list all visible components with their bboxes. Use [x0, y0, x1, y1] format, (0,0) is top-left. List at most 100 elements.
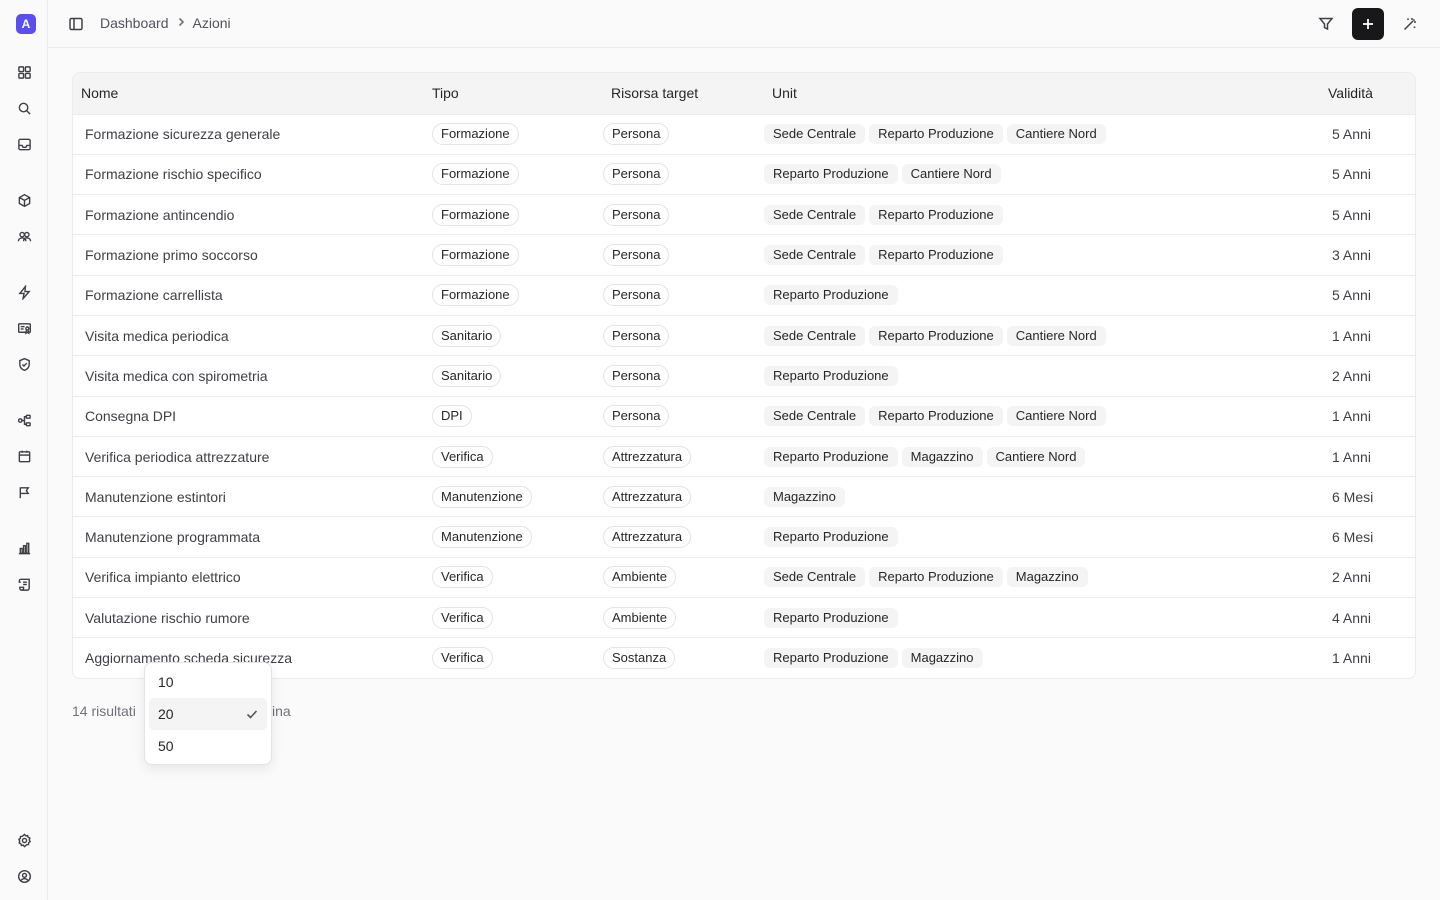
column-header-tipo[interactable]: Tipo: [424, 73, 603, 115]
table-row[interactable]: Visita medica periodica Sanitario Persona S…: [73, 315, 1415, 357]
unit-chip: Magazzino: [901, 648, 983, 669]
unit-chip: Sede Centrale: [764, 204, 866, 225]
unit-chip: Cantiere Nord: [901, 164, 1001, 185]
unit-chip: Magazzino: [901, 446, 983, 467]
tipo-badge: Verifica: [432, 647, 493, 670]
cell-tipo: DPI: [424, 396, 603, 437]
tipo-badge: DPI: [432, 405, 472, 428]
page-size-option-20[interactable]: 20: [149, 698, 267, 730]
cell-nome: Formazione rischio specifico: [73, 154, 424, 196]
table-row[interactable]: Formazione sicurezza generale Formazione P…: [73, 114, 1415, 155]
box-icon[interactable]: [14, 190, 34, 210]
cell-tipo: Formazione: [424, 154, 603, 196]
unit-chip: Cantiere Nord: [986, 446, 1086, 467]
chevron-right-icon: [175, 15, 187, 31]
scroll-icon[interactable]: [14, 574, 34, 594]
table-row[interactable]: Visita medica con spirometria Sanitario Pe…: [73, 355, 1415, 397]
cell-unit: Magazzino: [764, 476, 1320, 518]
column-header-nome[interactable]: Nome: [73, 73, 424, 115]
cell-validita: 1 Anni: [1320, 436, 1415, 478]
cell-nome: Verifica periodica attrezzature: [73, 436, 424, 478]
workflow-icon[interactable]: [14, 410, 34, 430]
cell-tipo: Verifica: [424, 557, 603, 599]
unit-chip: Sede Centrale: [764, 406, 866, 427]
cell-risorsa: Persona: [603, 275, 764, 316]
unit-chip: Reparto Produzione: [764, 527, 898, 548]
table-row[interactable]: Formazione carrellista Formazione Persona R…: [73, 275, 1415, 316]
table-row[interactable]: Consegna DPI DPI Persona Sede Centrale Repar…: [73, 396, 1415, 437]
option-label: 50: [158, 738, 174, 754]
cell-unit: Reparto Produzione: [764, 275, 1320, 316]
column-header-unit[interactable]: Unit: [764, 73, 1320, 115]
grid-icon[interactable]: [14, 62, 34, 82]
risorsa-badge: Persona: [603, 324, 670, 347]
badge-check-icon[interactable]: [14, 318, 34, 338]
inbox-icon[interactable]: [14, 134, 34, 154]
zap-icon[interactable]: [14, 282, 34, 302]
cell-nome: Valutazione rischio rumore: [73, 597, 424, 639]
cell-risorsa: Ambiente: [603, 557, 764, 599]
cell-unit: Reparto Produzione Magazzino Cantiere Nord: [764, 436, 1320, 478]
topbar: Dashboard Azioni: [48, 0, 1440, 48]
results-count: 14 risultati: [72, 703, 136, 719]
table-row[interactable]: Formazione antincendio Formazione Persona S…: [73, 194, 1415, 236]
page-size-option-10[interactable]: 10: [149, 666, 267, 698]
sidebar: A: [0, 0, 48, 900]
cell-tipo: Formazione: [424, 275, 603, 316]
user-circle-icon[interactable]: [14, 866, 34, 886]
cell-unit: Sede Centrale Reparto Produzione: [764, 234, 1320, 276]
tipo-badge: Formazione: [432, 163, 519, 186]
cell-validita: 4 Anni: [1320, 597, 1415, 639]
cell-unit: Sede Centrale Reparto Produzione Cantiere …: [764, 396, 1320, 437]
cell-tipo: Manutenzione: [424, 516, 603, 558]
cell-risorsa: Attrezzatura: [603, 516, 764, 558]
table-row[interactable]: Aggiornamento scheda sicurezza Verifica So…: [73, 638, 1415, 678]
cell-tipo: Manutenzione: [424, 476, 603, 518]
shield-icon[interactable]: [14, 354, 34, 374]
table-row[interactable]: Manutenzione programmata Manutenzione Attr…: [73, 516, 1415, 558]
table-row[interactable]: Valutazione rischio rumore Verifica Ambien…: [73, 597, 1415, 639]
cell-validita: 6 Mesi: [1320, 516, 1415, 558]
cell-tipo: Formazione: [424, 194, 603, 236]
tipo-badge: Manutenzione: [432, 526, 532, 549]
sidebar-toggle-icon[interactable]: [66, 14, 86, 34]
settings-icon[interactable]: [14, 830, 34, 850]
chart-icon[interactable]: [14, 538, 34, 558]
column-header-validita[interactable]: Validità: [1320, 73, 1415, 115]
table-row[interactable]: Formazione primo soccorso Formazione Perso…: [73, 234, 1415, 276]
risorsa-badge: Persona: [603, 123, 670, 146]
page-size-option-50[interactable]: 50: [149, 730, 267, 762]
tipo-badge: Verifica: [432, 445, 493, 468]
cell-tipo: Verifica: [424, 638, 603, 678]
magic-wand-icon[interactable]: [1396, 8, 1424, 40]
table-row[interactable]: Manutenzione estintori Manutenzione Attrez…: [73, 476, 1415, 518]
unit-chip: Reparto Produzione: [764, 607, 898, 628]
calendar-icon[interactable]: [14, 446, 34, 466]
table-row[interactable]: Formazione rischio specifico Formazione Pe…: [73, 154, 1415, 196]
cell-validita: 1 Anni: [1320, 315, 1415, 357]
cell-validita: 3 Anni: [1320, 234, 1415, 276]
cell-unit: Sede Centrale Reparto Produzione Cantiere …: [764, 114, 1320, 155]
risorsa-badge: Ambiente: [603, 566, 676, 589]
unit-chip: Reparto Produzione: [764, 164, 898, 185]
filter-icon[interactable]: [1312, 8, 1340, 40]
add-button[interactable]: [1352, 8, 1384, 40]
unit-chip: Reparto Produzione: [869, 567, 1003, 588]
tipo-badge: Verifica: [432, 566, 493, 589]
cell-unit: Sede Centrale Reparto Produzione Magazzino: [764, 557, 1320, 599]
users-icon[interactable]: [14, 226, 34, 246]
unit-chip: Cantiere Nord: [1006, 406, 1106, 427]
cell-validita: 6 Mesi: [1320, 476, 1415, 518]
table-row[interactable]: Verifica impianto elettrico Verifica Ambie…: [73, 557, 1415, 599]
search-icon[interactable]: [14, 98, 34, 118]
column-header-risorsa[interactable]: Risorsa target: [603, 73, 764, 115]
cell-unit: Reparto Produzione Cantiere Nord: [764, 154, 1320, 196]
flag-icon[interactable]: [14, 482, 34, 502]
cell-validita: 5 Anni: [1320, 114, 1415, 155]
risorsa-badge: Persona: [603, 244, 670, 267]
app-logo[interactable]: A: [16, 14, 36, 34]
breadcrumb-dashboard[interactable]: Dashboard: [100, 15, 169, 31]
unit-chip: Cantiere Nord: [1006, 325, 1106, 346]
cell-unit: Reparto Produzione Magazzino: [764, 638, 1320, 678]
table-row[interactable]: Verifica periodica attrezzature Verifica A…: [73, 436, 1415, 478]
